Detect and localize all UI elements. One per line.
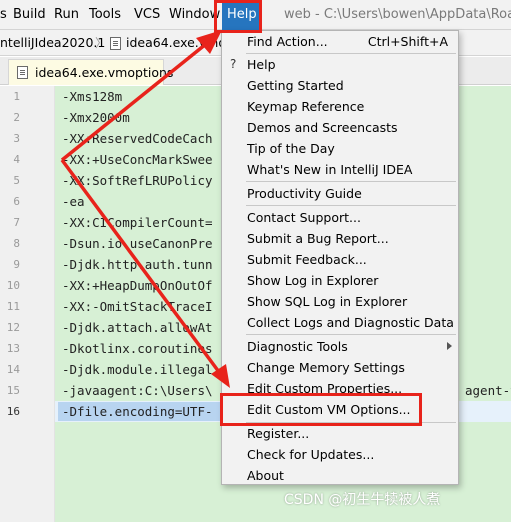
line-text: -Djdk.attach.allowAt: [62, 320, 213, 335]
menu-run[interactable]: Run: [54, 0, 79, 30]
menu-item-check-updates[interactable]: Check for Updates...: [222, 444, 458, 465]
menu-item-label: About: [247, 468, 284, 483]
menu-item-help[interactable]: ? Help: [222, 54, 458, 75]
menu-item-label: Keymap Reference: [247, 99, 365, 114]
menu-item-keymap-reference[interactable]: Keymap Reference: [222, 96, 458, 117]
line-text: -XX:-OmitStackTraceI: [62, 299, 213, 314]
menu-item-label: Contact Support...: [247, 210, 361, 225]
menu-item-getting-started[interactable]: Getting Started: [222, 75, 458, 96]
menu-item-label: Tip of the Day: [247, 141, 335, 156]
line-number: 14: [6, 363, 20, 376]
submenu-arrow-icon: [447, 342, 452, 350]
line-text: -ea: [62, 194, 85, 209]
line-text: -XX:CICompilerCount=: [62, 215, 213, 230]
line-text: -javaagent:C:\Users\: [62, 383, 213, 398]
menu-tools[interactable]: Tools: [89, 0, 121, 30]
menu-item-shortcut: Ctrl+Shift+A: [367, 34, 448, 49]
line-number: 5: [13, 174, 20, 187]
menu-item-label: Show SQL Log in Explorer: [247, 294, 408, 309]
menu-separator: [246, 205, 456, 206]
line-number: 2: [13, 111, 20, 124]
line-number: 11: [6, 300, 20, 313]
line-text: -Xms128m: [62, 89, 123, 104]
question-mark-icon: ?: [230, 57, 237, 71]
tab-vmoptions[interactable]: idea64.exe.vmoptions: [8, 59, 173, 85]
menu-separator: [246, 181, 456, 182]
menu-item-diagnostic-tools[interactable]: Diagnostic Tools: [222, 336, 458, 357]
menu-item-find-action[interactable]: Find Action... Ctrl+Shift+A: [222, 31, 458, 52]
line-text: -Djdk.http.auth.tunn: [62, 257, 213, 272]
annotation-box-vm-options: [220, 393, 422, 426]
menu-build[interactable]: Build: [13, 0, 46, 30]
window-title: web - C:\Users\bowen\AppData\Roam: [284, 7, 511, 22]
breadcrumb-project[interactable]: ntelliJIdea2020.1: [0, 30, 105, 56]
line-number: 3: [13, 132, 20, 145]
file-icon: [110, 37, 121, 50]
menu-item-label: Submit Feedback...: [247, 252, 367, 267]
line-text: -Dfile.encoding=UTF-: [62, 404, 213, 419]
line-text: -XX:SoftRefLRUPolicy: [62, 173, 213, 188]
menu-item-productivity-guide[interactable]: Productivity Guide: [222, 183, 458, 204]
menu-item-submit-feedback[interactable]: Submit Feedback...: [222, 249, 458, 270]
menu-item-show-log[interactable]: Show Log in Explorer: [222, 270, 458, 291]
menu-item-register[interactable]: Register...: [222, 423, 458, 444]
menu-item-label: Register...: [247, 426, 310, 441]
line-number: 12: [6, 321, 20, 334]
line-text-suffix: agent-v3: [465, 383, 511, 398]
menu-item-contact-support[interactable]: Contact Support...: [222, 207, 458, 228]
line-number: 8: [13, 237, 20, 250]
line-number: 1: [13, 90, 20, 103]
menu-item-submit-bug[interactable]: Submit a Bug Report...: [222, 228, 458, 249]
line-number: 16: [6, 405, 20, 418]
line-text: -Dkotlinx.coroutines: [62, 341, 213, 356]
menu-item-label: Find Action...: [247, 34, 328, 49]
menu-item-label: Change Memory Settings: [247, 360, 405, 375]
menu-item-label: Diagnostic Tools: [247, 339, 348, 354]
line-text: -Xmx2000m: [62, 110, 130, 125]
menu-item-whats-new[interactable]: What's New in IntelliJ IDEA: [222, 159, 458, 180]
menu-item-about[interactable]: About: [222, 465, 458, 486]
menu-vcs[interactable]: VCS: [134, 0, 160, 30]
menu-item-label: Show Log in Explorer: [247, 273, 379, 288]
line-text: -XX:+HeapDumpOnOutOf: [62, 278, 213, 293]
line-number: 15: [6, 384, 20, 397]
menu-separator: [246, 334, 456, 335]
line-text: -Djdk.module.illegal: [62, 362, 213, 377]
line-number: 6: [13, 195, 20, 208]
line-number: 9: [13, 258, 20, 271]
tab-label: idea64.exe.vmoptions: [35, 65, 174, 80]
chevron-right-icon: 〉: [95, 36, 108, 50]
menu-item-label: Help: [247, 57, 276, 72]
menu-item-label: Check for Updates...: [247, 447, 375, 462]
file-icon: [17, 66, 28, 79]
line-number: 7: [13, 216, 20, 229]
menu-item-label: Getting Started: [247, 78, 344, 93]
menu-window[interactable]: Window: [169, 0, 220, 30]
menu-item-show-sql-log[interactable]: Show SQL Log in Explorer: [222, 291, 458, 312]
line-number: 13: [6, 342, 20, 355]
menu-truncated[interactable]: s: [0, 0, 7, 30]
line-number: 4: [13, 153, 20, 166]
menu-item-label: What's New in IntelliJ IDEA: [247, 162, 413, 177]
menu-item-label: Submit a Bug Report...: [247, 231, 389, 246]
menu-item-tip-of-the-day[interactable]: Tip of the Day: [222, 138, 458, 159]
menu-item-change-memory[interactable]: Change Memory Settings: [222, 357, 458, 378]
line-number: 10: [6, 279, 20, 292]
menu-item-collect-logs[interactable]: Collect Logs and Diagnostic Data: [222, 312, 458, 333]
line-text: -Dsun.io.useCanonPre: [62, 236, 213, 251]
menu-item-label: Collect Logs and Diagnostic Data: [247, 315, 454, 330]
line-text: -XX:ReservedCodeCach: [62, 131, 213, 146]
menu-item-demos[interactable]: Demos and Screencasts: [222, 117, 458, 138]
menu-item-label: Demos and Screencasts: [247, 120, 398, 135]
breadcrumb-file[interactable]: idea64.exe.vmop: [126, 30, 234, 56]
line-text: -XX:+UseConcMarkSwee: [62, 152, 213, 167]
menu-item-label: Productivity Guide: [247, 186, 362, 201]
annotation-box-help: [214, 0, 262, 33]
watermark: CSDN @初生牛犊被人煮: [284, 492, 441, 508]
